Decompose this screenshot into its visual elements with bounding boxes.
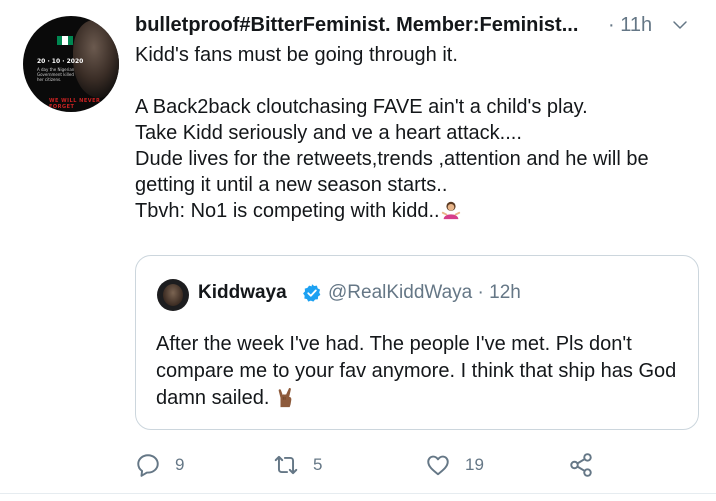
tweet-line: Kidd's fans must be going through it.	[135, 44, 458, 66]
tweet-line: A Back2back cloutchasing FAVE ain't a ch…	[135, 96, 588, 118]
retweet-count: 5	[313, 455, 323, 474]
tweet-actions: 9 5 19	[135, 451, 615, 479]
tweet-line: Take Kidd seriously and ve a heart attac…	[135, 122, 522, 144]
nigeria-flag-icon	[57, 36, 73, 45]
share-button[interactable]	[568, 451, 594, 479]
verified-badge-icon	[303, 284, 321, 302]
quoted-time: 12h	[489, 282, 521, 303]
avatar-poster-date: 20 · 10 · 2020	[37, 58, 84, 65]
tweet-text: Kidd's fans must be going through it. A …	[135, 42, 705, 224]
quoted-text: After the week I've had. The people I've…	[156, 331, 686, 412]
tweet-time[interactable]: · 11h	[608, 11, 652, 39]
share-icon	[570, 453, 592, 477]
reply-button[interactable]: 9	[135, 451, 184, 479]
divider	[0, 493, 716, 494]
avatar-poster-text: A day the Nigerian Government killed her…	[37, 67, 75, 82]
person-shrugging-emoji-icon	[441, 201, 460, 220]
avatar-poster-banner: WE WILL NEVER FORGET	[49, 98, 101, 110]
heart-icon	[427, 455, 449, 476]
quoted-handle-time: @RealKiddWaya · 12h	[328, 279, 521, 307]
like-count: 19	[465, 455, 484, 474]
quoted-author-avatar[interactable]	[157, 279, 189, 311]
quoted-author-name[interactable]: Kiddwaya	[198, 279, 287, 307]
tweet-line: Dude lives for the retweets,trends ,atte…	[135, 148, 649, 196]
quoted-handle: @RealKiddWaya	[328, 282, 473, 303]
like-button[interactable]: 19	[425, 451, 484, 479]
tweet-header: bulletproof#BitterFeminist. Member:Femin…	[135, 11, 695, 39]
reply-count: 9	[175, 455, 185, 474]
quoted-tweet[interactable]: Kiddwaya @RealKiddWaya · 12h After the w…	[135, 255, 699, 430]
author-name[interactable]: bulletproof#BitterFeminist. Member:Femin…	[135, 11, 578, 39]
time-separator: ·	[608, 14, 615, 36]
reply-icon	[137, 454, 159, 477]
time-separator: ·	[477, 282, 484, 303]
tweet-time-value: 11h	[620, 14, 653, 36]
chevron-down-icon[interactable]	[671, 16, 689, 34]
author-avatar[interactable]: 20 · 10 · 2020 A day the Nigerian Govern…	[23, 16, 119, 112]
tweet-line: Tbvh: No1 is competing with kidd..	[135, 200, 440, 222]
quoted-text-body: After the week I've had. The people I've…	[156, 333, 677, 409]
sign-of-the-horns-emoji-icon	[278, 388, 292, 408]
retweet-icon	[274, 455, 298, 475]
tweet-line-last: Tbvh: No1 is competing with kidd..	[135, 198, 705, 224]
tweet[interactable]: 20 · 10 · 2020 A day the Nigerian Govern…	[0, 0, 716, 501]
retweet-button[interactable]: 5	[273, 451, 322, 479]
